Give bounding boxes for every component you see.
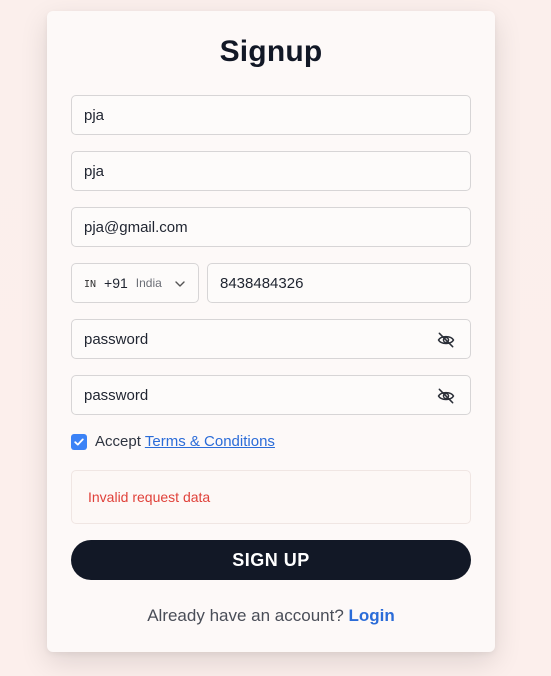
signup-button[interactable]: SIGN UP <box>71 540 471 580</box>
login-prompt: Already have an account? Login <box>47 606 495 626</box>
password-field[interactable] <box>71 319 471 359</box>
confirm-password-input[interactable] <box>84 376 458 414</box>
first-name-input[interactable] <box>84 96 458 134</box>
email-input[interactable] <box>84 208 458 246</box>
terms-checkbox[interactable] <box>71 433 87 450</box>
country-flag: IN <box>84 278 97 290</box>
last-name-field[interactable] <box>71 151 471 191</box>
phone-number-input[interactable] <box>220 264 458 302</box>
eye-off-icon[interactable] <box>436 330 456 350</box>
terms-prefix: Accept <box>95 433 141 450</box>
terms-row: Accept Terms & Conditions <box>71 433 275 450</box>
phone-number-field[interactable] <box>207 263 471 303</box>
email-field[interactable] <box>71 207 471 247</box>
chevron-down-icon <box>175 281 185 287</box>
dial-code: +91 <box>104 275 128 291</box>
country-name: India <box>135 276 162 290</box>
confirm-password-field[interactable] <box>71 375 471 415</box>
login-prompt-text: Already have an account? <box>147 606 344 625</box>
password-input[interactable] <box>84 320 458 358</box>
page-title: Signup <box>219 35 323 68</box>
country-code-select[interactable]: IN +91 India <box>71 263 199 303</box>
terms-link[interactable]: Terms & Conditions <box>145 433 275 450</box>
check-icon <box>74 438 84 445</box>
login-link[interactable]: Login <box>349 606 395 625</box>
error-message: Invalid request data <box>71 470 471 524</box>
first-name-field[interactable] <box>71 95 471 135</box>
last-name-input[interactable] <box>84 152 458 190</box>
signup-card: Signup IN +91 India <box>47 11 495 652</box>
eye-off-icon[interactable] <box>436 386 456 406</box>
